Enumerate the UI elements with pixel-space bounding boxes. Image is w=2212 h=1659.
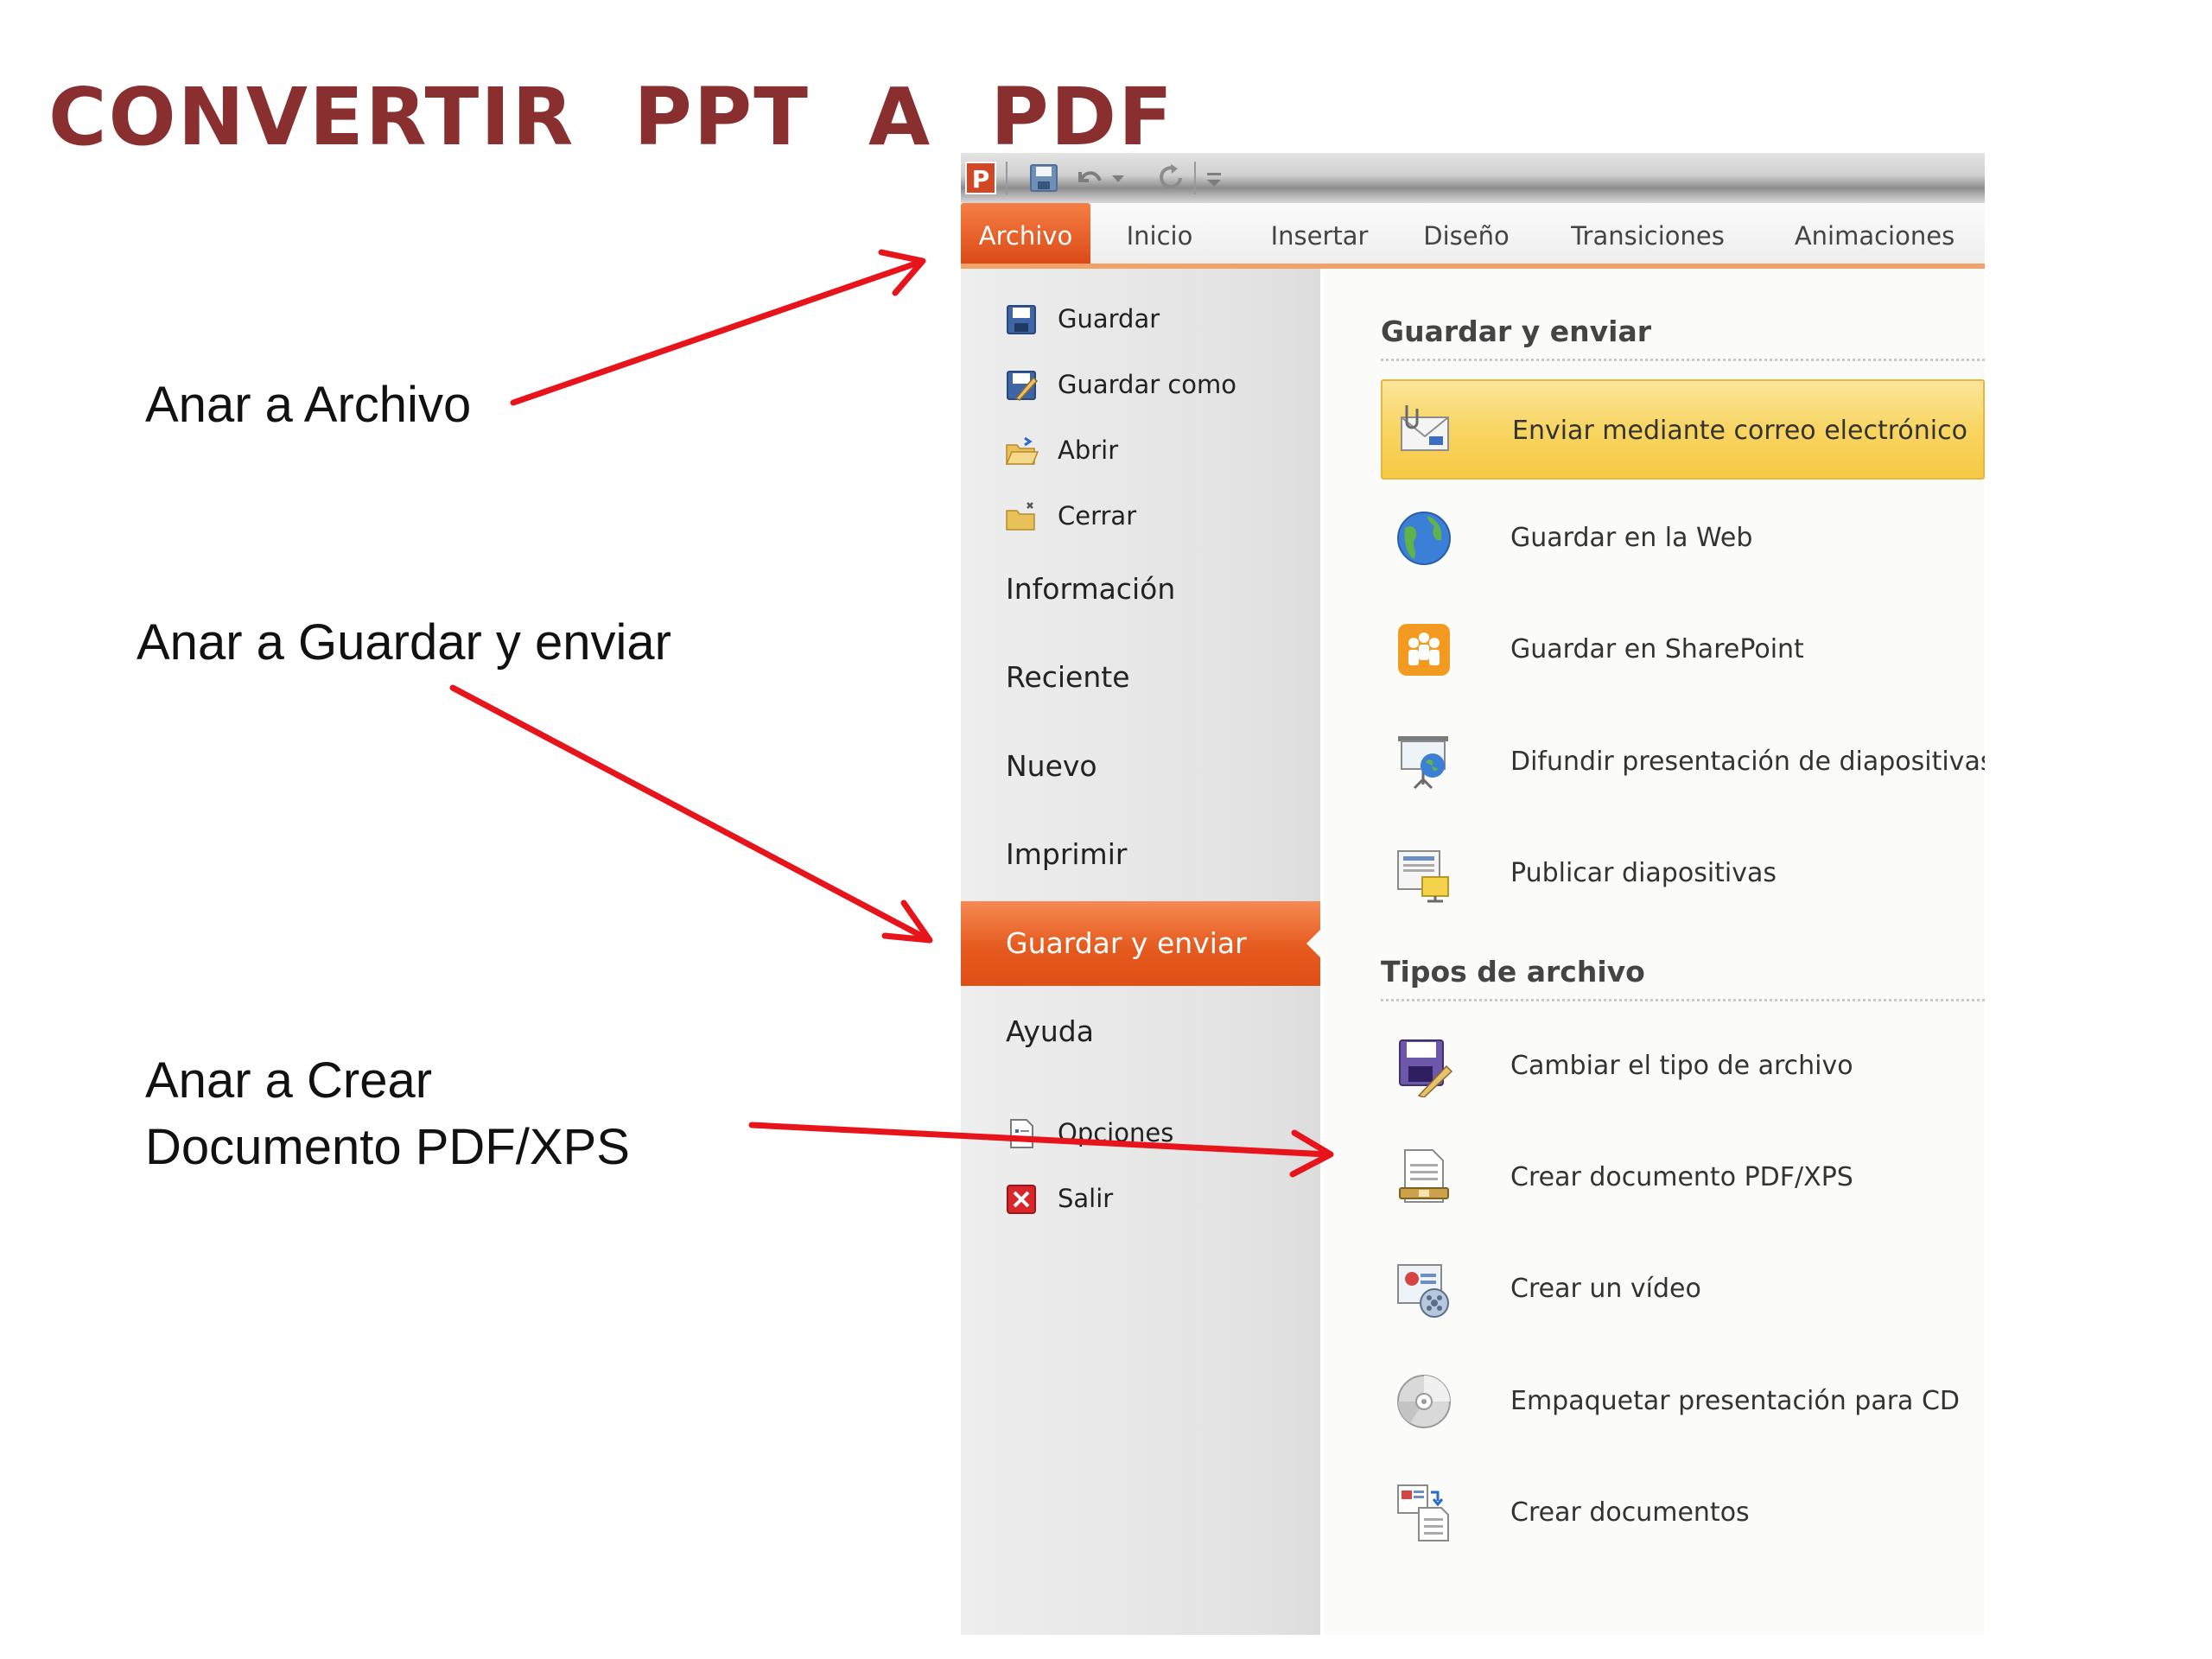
annotation-crear-pdf-line1: Anar a Crear	[145, 1052, 433, 1109]
arrow-to-guardar-enviar	[449, 684, 933, 944]
toolbar-separator	[1194, 162, 1196, 194]
backstage-cmd-label: Guardar	[1058, 304, 1160, 334]
option-cambiar-tipo-archivo[interactable]: Cambiar el tipo de archivo	[1381, 1016, 1985, 1116]
powerpoint-logo-icon[interactable]: P	[965, 162, 996, 194]
backstage-cmd-abrir[interactable]: Abrir	[1004, 426, 1298, 474]
backstage-content: Guardar y enviar Enviar mediante correo …	[1324, 269, 1985, 1635]
tab-transiciones[interactable]: Transiciones	[1540, 203, 1756, 264]
redo-icon[interactable]	[1155, 162, 1186, 194]
backstage-cmd-guardar[interactable]: Guardar	[1004, 295, 1298, 343]
handouts-icon	[1397, 1484, 1449, 1541]
save-icon	[1007, 305, 1036, 334]
section-title-tipos-de-archivo: Tipos de archivo	[1381, 945, 1985, 1001]
backstage-tab-guardar-y-enviar[interactable]: Guardar y enviar	[961, 901, 1324, 986]
close-folder-icon	[1006, 502, 1035, 531]
toolbar-separator	[1006, 162, 1007, 194]
tab-animaciones[interactable]: Animaciones	[1769, 203, 1980, 264]
option-label: Crear documentos	[1510, 1497, 1750, 1528]
save-as-icon	[1007, 371, 1039, 401]
globe-icon	[1397, 512, 1451, 565]
annotation-guardar-enviar-text: Anar a Guardar y enviar	[137, 614, 671, 671]
backstage-tab-label: Nuevo	[1006, 749, 1097, 783]
broadcast-icon	[1398, 736, 1448, 790]
option-enviar-correo[interactable]: Enviar mediante correo electrónico	[1381, 379, 1985, 480]
backstage-cmd-cerrar[interactable]: Cerrar	[1004, 492, 1298, 540]
backstage-cmd-label: Salir	[1058, 1184, 1114, 1213]
quick-access-toolbar: P	[961, 153, 1985, 203]
ribbon-tab-bar: Archivo Inicio Insertar Diseño Transicio…	[961, 203, 1985, 269]
backstage-cmd-opciones[interactable]: Opciones	[1004, 1109, 1298, 1157]
change-filetype-icon	[1399, 1039, 1453, 1097]
backstage-tab-label: Reciente	[1006, 660, 1130, 694]
option-guardar-web[interactable]: Guardar en la Web	[1381, 488, 1985, 588]
publish-slides-icon	[1397, 850, 1449, 903]
backstage-nav: Guardar Guardar como Abrir Cerrar Inform…	[961, 269, 1324, 1635]
pdf-xps-icon	[1399, 1149, 1449, 1203]
undo-dropdown-icon[interactable]	[1109, 162, 1127, 194]
backstage-tab-label: Información	[1006, 572, 1176, 606]
options-icon	[1010, 1119, 1033, 1148]
email-icon	[1401, 405, 1449, 451]
backstage-tab-label: Ayuda	[1006, 1014, 1094, 1048]
option-label: Cambiar el tipo de archivo	[1510, 1051, 1853, 1081]
option-label: Enviar mediante correo electrónico	[1512, 416, 1967, 446]
tab-archivo[interactable]: Archivo	[961, 203, 1090, 264]
tab-insertar[interactable]: Insertar	[1246, 203, 1393, 264]
backstage-cmd-guardar-como[interactable]: Guardar como	[1004, 360, 1298, 409]
backstage-cmd-label: Abrir	[1058, 435, 1119, 465]
option-publicar-diapositivas[interactable]: Publicar diapositivas	[1381, 823, 1985, 924]
option-label: Crear un vídeo	[1510, 1274, 1701, 1304]
cd-icon	[1397, 1375, 1451, 1428]
arrow-to-archivo	[510, 249, 926, 406]
annotation-archivo: Anar a Archivo	[145, 372, 471, 438]
option-crear-documentos[interactable]: Crear documentos	[1381, 1463, 1985, 1563]
annotation-guardar-enviar: Anar a Guardar y enviar	[137, 609, 671, 676]
save-icon[interactable]	[1028, 162, 1059, 194]
backstage-tab-imprimir[interactable]: Imprimir	[961, 812, 1320, 897]
backstage-cmd-label: Opciones	[1058, 1118, 1174, 1147]
video-icon	[1397, 1264, 1449, 1318]
section-title-guardar-y-enviar: Guardar y enviar	[1381, 305, 1985, 361]
open-folder-icon	[1005, 436, 1039, 465]
undo-icon[interactable]	[1073, 162, 1104, 194]
backstage-tab-reciente[interactable]: Reciente	[961, 635, 1320, 720]
option-label: Publicar diapositivas	[1510, 858, 1777, 888]
slide-title: CONVERTIR PPT A PDF	[48, 71, 1174, 163]
powerpoint-window: P Archivo Inicio Insertar Diseño Transic…	[961, 153, 1985, 1635]
option-crear-video[interactable]: Crear un vídeo	[1381, 1239, 1985, 1339]
backstage-cmd-label: Guardar como	[1058, 370, 1237, 399]
customize-toolbar-icon[interactable]	[1203, 162, 1225, 194]
annotation-archivo-text: Anar a Archivo	[145, 377, 472, 433]
annotation-crear-pdf-line2: Documento PDF/XPS	[145, 1119, 630, 1175]
sharepoint-icon	[1398, 624, 1450, 676]
option-label: Difundir presentación de diapositivas	[1510, 747, 1985, 777]
backstage-cmd-salir[interactable]: Salir	[1004, 1174, 1298, 1223]
backstage-tab-label: Imprimir	[1006, 837, 1128, 871]
option-label: Guardar en la Web	[1510, 523, 1753, 553]
option-empaquetar-cd[interactable]: Empaquetar presentación para CD	[1381, 1351, 1985, 1452]
option-label: Guardar en SharePoint	[1510, 634, 1804, 664]
exit-icon	[1007, 1185, 1036, 1214]
annotation-crear-pdf: Anar a Crear Documento PDF/XPS	[145, 1047, 630, 1180]
tab-inicio[interactable]: Inicio	[1112, 203, 1207, 264]
backstage-tab-ayuda[interactable]: Ayuda	[961, 989, 1320, 1074]
backstage-tab-label: Guardar y enviar	[1006, 926, 1247, 960]
tab-diseno[interactable]: Diseño	[1406, 203, 1527, 264]
option-crear-pdf-xps[interactable]: Crear documento PDF/XPS	[1381, 1128, 1985, 1228]
option-label: Crear documento PDF/XPS	[1510, 1162, 1853, 1192]
option-label: Empaquetar presentación para CD	[1510, 1386, 1961, 1416]
backstage-tab-informacion[interactable]: Información	[961, 547, 1320, 632]
backstage-tab-nuevo[interactable]: Nuevo	[961, 724, 1320, 809]
option-difundir-presentacion[interactable]: Difundir presentación de diapositivas	[1381, 712, 1985, 812]
backstage-cmd-label: Cerrar	[1058, 501, 1137, 531]
option-guardar-sharepoint[interactable]: Guardar en SharePoint	[1381, 600, 1985, 700]
